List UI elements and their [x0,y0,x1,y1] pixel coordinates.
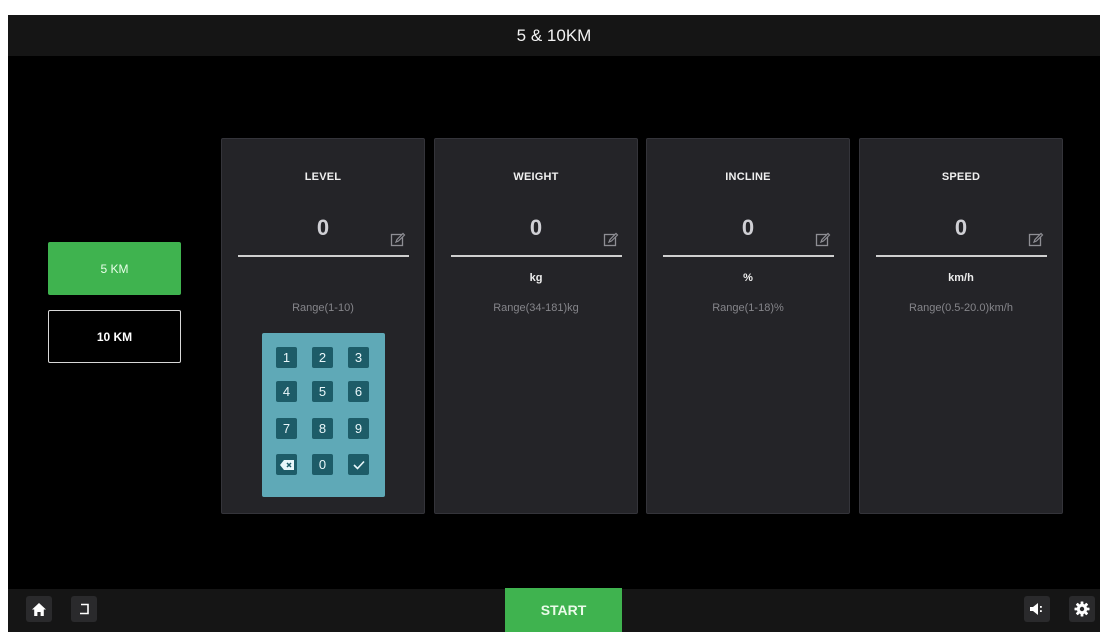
card-title: LEVEL [304,171,342,183]
home-button[interactable] [26,596,52,622]
level-card: LEVEL 0 Range(1-10) 1 2 3 4 5 6 7 8 9 0 [221,138,425,514]
unit-label: % [743,272,753,284]
check-icon [352,460,365,470]
key-3[interactable]: 3 [348,347,369,368]
edit-icon[interactable] [1028,232,1044,248]
app-screen: 5 & 10KM 5 KM 10 KM LEVEL 0 Range(1-10) … [8,15,1100,632]
speed-card: SPEED 0 km/h Range(0.5-20.0)km/h [859,138,1063,514]
value-underline [451,255,622,257]
range-label: Range(34-181)kg [493,302,579,314]
value-underline [663,255,834,257]
key-6[interactable]: 6 [348,381,369,402]
back-icon [80,603,89,615]
start-button[interactable]: START [505,588,622,632]
backspace-icon [279,459,294,470]
page-title: 5 & 10KM [516,25,592,45]
range-label: Range(1-18)% [712,302,784,314]
edit-icon[interactable] [603,232,619,248]
range-label: Range(0.5-20.0)km/h [909,302,1013,314]
start-button-label: START [540,602,587,618]
mode-button-10km[interactable]: 10 KM [48,310,181,363]
key-5[interactable]: 5 [312,381,333,402]
weight-card: WEIGHT 0 kg Range(34-181)kg [434,138,638,514]
edit-icon[interactable] [815,232,831,248]
edit-icon[interactable] [390,232,406,248]
back-button[interactable] [71,596,97,622]
value-underline [876,255,1047,257]
key-9[interactable]: 9 [348,418,369,439]
title-bar: 5 & 10KM [8,15,1100,56]
key-1[interactable]: 1 [276,347,297,368]
gear-icon [1074,601,1090,617]
mode-button-label: 10 KM [96,329,133,344]
numeric-keypad: 1 2 3 4 5 6 7 8 9 0 [262,333,385,497]
value-underline [238,255,409,257]
confirm-key[interactable] [348,454,369,475]
card-title: WEIGHT [513,171,559,183]
unit-label: kg [529,272,543,284]
volume-button[interactable] [1024,596,1050,622]
unit-label: km/h [948,272,974,284]
incline-card: INCLINE 0 % Range(1-18)% [646,138,850,514]
key-2[interactable]: 2 [312,347,333,368]
card-title: SPEED [941,171,981,183]
backspace-key[interactable] [276,454,297,475]
key-8[interactable]: 8 [312,418,333,439]
mode-button-5km[interactable]: 5 KM [48,242,181,295]
volume-icon [1030,603,1042,615]
key-7[interactable]: 7 [276,418,297,439]
key-4[interactable]: 4 [276,381,297,402]
mode-button-label: 5 KM [100,261,129,276]
key-0[interactable]: 0 [312,454,333,475]
home-icon [32,602,46,616]
settings-button[interactable] [1069,596,1095,622]
card-title: INCLINE [725,171,771,183]
range-label: Range(1-10) [292,302,354,314]
